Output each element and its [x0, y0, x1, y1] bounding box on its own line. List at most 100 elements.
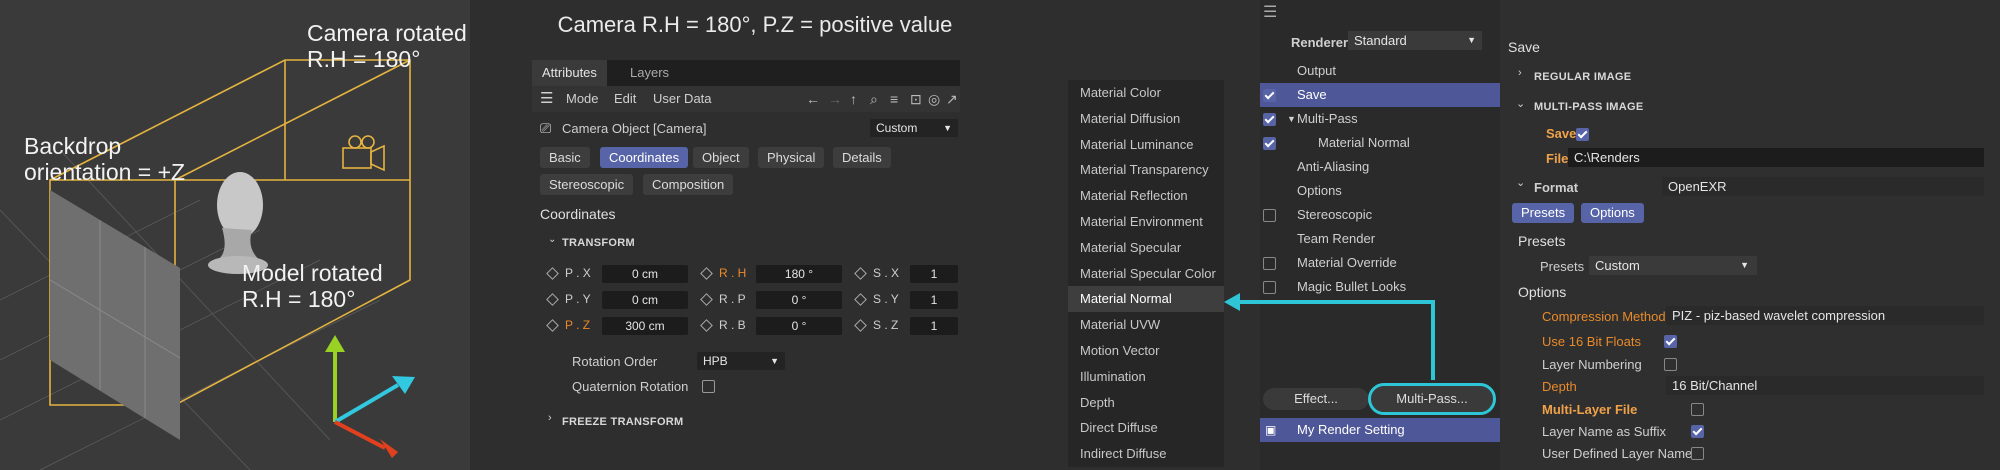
render-setting-item[interactable]: ▣ My Render Setting: [1260, 418, 1500, 442]
object-dropdown[interactable]: Custom ▼: [870, 119, 958, 137]
tree-item-output[interactable]: Output: [1260, 59, 1500, 83]
tab-object[interactable]: Object: [693, 147, 749, 168]
keyframe-diamond-icon[interactable]: [546, 293, 559, 306]
search-icon[interactable]: ⌕: [870, 91, 878, 108]
tree-item-save[interactable]: Save: [1260, 83, 1500, 107]
menu-mode[interactable]: Mode: [566, 86, 599, 112]
list-item[interactable]: Material Diffusion: [1068, 106, 1224, 132]
format-chevron-icon[interactable]: ⌄: [1516, 176, 1525, 189]
file-path-field[interactable]: C:\Renders: [1568, 148, 1984, 167]
multipass-image-section[interactable]: MULTI-PASS IMAGE: [1534, 101, 1644, 113]
list-item[interactable]: Material Reflection: [1068, 183, 1224, 209]
keyframe-diamond-icon[interactable]: [700, 319, 713, 332]
regular-image-section[interactable]: REGULAR IMAGE: [1534, 71, 1631, 83]
tab-details[interactable]: Details: [833, 147, 891, 168]
userdefined-checkbox[interactable]: [1691, 447, 1704, 460]
tree-item-multipass[interactable]: ▼ Multi-Pass: [1260, 107, 1500, 131]
menu-edit[interactable]: Edit: [614, 86, 636, 112]
format-dropdown[interactable]: OpenEXR: [1662, 177, 1984, 196]
keyframe-diamond-icon[interactable]: [854, 319, 867, 332]
list-item-selected[interactable]: Material Normal: [1068, 286, 1224, 313]
list-item[interactable]: Direct Diffuse: [1068, 415, 1224, 441]
list-item[interactable]: Indirect Diffuse: [1068, 441, 1224, 467]
list-item[interactable]: Material Specular: [1068, 235, 1224, 261]
py-field[interactable]: 0 cm: [602, 291, 688, 309]
suffix-checkbox[interactable]: [1691, 425, 1704, 438]
hamburger-icon[interactable]: ☰: [540, 86, 553, 112]
use16-checkbox[interactable]: [1664, 335, 1677, 348]
sz-field[interactable]: 1: [910, 317, 958, 335]
quaternion-checkbox[interactable]: [702, 380, 715, 393]
list-item[interactable]: Material Luminance: [1068, 132, 1224, 158]
multilayer-checkbox[interactable]: [1691, 403, 1704, 416]
tree-item-magic-bullet[interactable]: Magic Bullet Looks: [1260, 275, 1500, 299]
keyframe-diamond-icon[interactable]: [546, 319, 559, 332]
keyframe-diamond-icon[interactable]: [854, 293, 867, 306]
tab-attributes[interactable]: Attributes: [532, 60, 607, 86]
filter-icon[interactable]: ≡: [890, 91, 898, 107]
lock-icon[interactable]: ⊡: [910, 91, 922, 108]
tree-item-material-override[interactable]: Material Override: [1260, 251, 1500, 275]
magic-bullet-checkbox[interactable]: [1263, 281, 1276, 294]
back-arrow-icon[interactable]: ←: [806, 91, 820, 107]
tab-composition[interactable]: Composition: [643, 174, 734, 195]
material-normal-checkbox[interactable]: [1263, 137, 1276, 150]
pz-field[interactable]: 300 cm: [602, 317, 688, 335]
regular-image-chevron-icon[interactable]: ›: [1518, 67, 1522, 79]
compression-dropdown[interactable]: PIZ - piz-based wavelet compression: [1666, 306, 1984, 325]
menu-user-data[interactable]: User Data: [653, 86, 712, 112]
tab-basic[interactable]: Basic: [540, 147, 590, 168]
rotation-order-dropdown[interactable]: HPB ▼: [697, 352, 785, 370]
tree-item-antialiasing[interactable]: Anti-Aliasing: [1260, 155, 1500, 179]
rp-field[interactable]: 0 °: [756, 291, 842, 309]
px-field[interactable]: 0 cm: [602, 265, 688, 283]
keyframe-diamond-icon[interactable]: [854, 267, 867, 280]
tree-item-material-normal[interactable]: Material Normal: [1260, 131, 1500, 155]
multipass-checkbox[interactable]: [1263, 113, 1276, 126]
transform-section[interactable]: TRANSFORM: [562, 237, 635, 249]
tab-coordinates[interactable]: Coordinates: [600, 147, 689, 168]
keyframe-diamond-icon[interactable]: [700, 293, 713, 306]
transform-chevron-icon[interactable]: ⌄: [548, 234, 556, 245]
list-item[interactable]: Material Transparency: [1068, 157, 1224, 183]
layer-numbering-checkbox[interactable]: [1664, 358, 1677, 371]
depth-dropdown[interactable]: 16 Bit/Channel: [1666, 376, 1984, 395]
rh-field[interactable]: 180 °: [756, 265, 842, 283]
list-item[interactable]: Depth: [1068, 390, 1224, 416]
list-item[interactable]: Material Environment: [1068, 209, 1224, 235]
effect-button[interactable]: Effect...: [1263, 388, 1369, 410]
list-item[interactable]: Material Color: [1068, 80, 1224, 106]
freeze-transform-section[interactable]: FREEZE TRANSFORM: [562, 416, 684, 428]
tab-physical[interactable]: Physical: [758, 147, 825, 168]
presets-dropdown[interactable]: Custom ▼: [1589, 256, 1757, 275]
tab-stereoscopic[interactable]: Stereoscopic: [540, 174, 634, 195]
save-checkbox[interactable]: [1263, 89, 1276, 102]
tree-item-stereoscopic[interactable]: Stereoscopic: [1260, 203, 1500, 227]
hamburger-icon[interactable]: ☰: [1263, 2, 1277, 22]
presets-button[interactable]: Presets: [1512, 203, 1575, 223]
sx-field[interactable]: 1: [910, 265, 958, 283]
list-item[interactable]: Illumination: [1068, 364, 1224, 390]
target-icon[interactable]: ◎: [928, 91, 940, 108]
multipass-image-chevron-icon[interactable]: ⌄: [1516, 97, 1525, 110]
freeze-chevron-icon[interactable]: ›: [548, 412, 552, 424]
up-arrow-icon[interactable]: ↑: [850, 91, 857, 107]
tree-item-team-render[interactable]: Team Render: [1260, 227, 1500, 251]
multipass-button[interactable]: Multi-Pass...: [1368, 383, 1496, 415]
keyframe-diamond-icon[interactable]: [700, 267, 713, 280]
list-item[interactable]: Motion Vector: [1068, 338, 1224, 364]
save-enable-checkbox[interactable]: [1576, 128, 1589, 141]
list-item[interactable]: Material Specular Color: [1068, 261, 1224, 287]
forward-arrow-icon[interactable]: →: [828, 91, 842, 107]
keyframe-diamond-icon[interactable]: [546, 267, 559, 280]
tree-item-options[interactable]: Options: [1260, 179, 1500, 203]
material-override-checkbox[interactable]: [1263, 257, 1276, 270]
rb-field[interactable]: 0 °: [756, 317, 842, 335]
sy-field[interactable]: 1: [910, 291, 958, 309]
renderer-dropdown[interactable]: Standard ▼: [1348, 31, 1482, 50]
new-window-icon[interactable]: ↗: [946, 91, 958, 108]
stereoscopic-checkbox[interactable]: [1263, 209, 1276, 222]
tab-layers[interactable]: Layers: [620, 60, 679, 86]
list-item[interactable]: Material UVW: [1068, 312, 1224, 338]
options-button[interactable]: Options: [1581, 203, 1644, 223]
